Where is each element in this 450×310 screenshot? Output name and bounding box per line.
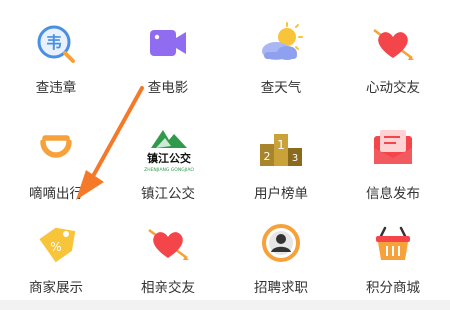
grid-item-label: 商家展示 (29, 280, 83, 296)
svg-text:ZHENJIANG GONGJIAO: ZHENJIANG GONGJIAO (144, 167, 194, 173)
violation-icon: 韦 (31, 18, 81, 68)
svg-text:镇江公交: 镇江公交 (147, 151, 191, 165)
grid-item-label: 用户榜单 (254, 186, 308, 202)
grid-item-merchant-display[interactable]: % 商家展示 (0, 204, 112, 300)
svg-text:3: 3 (292, 153, 298, 164)
svg-text:2: 2 (264, 150, 271, 163)
svg-text:%: % (50, 240, 61, 254)
grid-item-heart-friends[interactable]: 心动交友 (337, 4, 449, 100)
grid-item-check-movie[interactable]: 查电影 (112, 4, 224, 100)
grid-item-label: 查天气 (260, 80, 302, 96)
grid-item-label: 嘀嘀出行 (29, 186, 83, 202)
person-badge-icon (256, 218, 306, 268)
zhenjiang-bus-logo: 镇江公交 ZHENJIANG GONGJIAO (141, 118, 197, 174)
grid-item-blind-date[interactable]: 相亲交友 (112, 204, 224, 300)
podium-icon: 2 1 3 (256, 124, 306, 174)
price-tag-icon: % (31, 218, 81, 268)
grid-item-label: 心动交友 (366, 80, 420, 96)
movie-camera-icon (143, 18, 193, 68)
feature-grid: 韦 查违章 查电影 查天气 心动交友 嘀嘀出行 镇江公交 ZHENJIANG G… (0, 0, 450, 300)
grid-item-label: 查违章 (35, 80, 77, 96)
envelope-icon (368, 124, 418, 174)
bottom-divider (0, 300, 450, 310)
grid-item-label: 镇江公交 (141, 186, 195, 202)
svg-text:韦: 韦 (46, 33, 62, 52)
grid-item-check-weather[interactable]: 查天气 (225, 4, 337, 100)
grid-item-points-mall[interactable]: 积分商城 (337, 204, 449, 300)
didi-icon (31, 124, 81, 174)
weather-icon (256, 18, 306, 68)
grid-item-jobs[interactable]: 招聘求职 (225, 204, 337, 300)
grid-item-check-violation[interactable]: 韦 查违章 (0, 4, 112, 100)
grid-item-label: 相亲交友 (141, 280, 195, 296)
grid-item-label: 积分商城 (366, 280, 420, 296)
grid-item-label: 查电影 (147, 80, 189, 96)
grid-item-info-publish[interactable]: 信息发布 (337, 110, 449, 206)
grid-item-didi[interactable]: 嘀嘀出行 (0, 110, 112, 206)
grid-item-label: 信息发布 (366, 186, 420, 202)
grid-item-zhenjiang-bus[interactable]: 镇江公交 ZHENJIANG GONGJIAO 镇江公交 (112, 110, 224, 206)
heart-arrow-icon (368, 18, 418, 68)
heart-arrow-icon (143, 218, 193, 268)
grid-item-user-ranking[interactable]: 2 1 3 用户榜单 (225, 110, 337, 206)
svg-text:1: 1 (277, 138, 285, 152)
shopping-basket-icon (368, 218, 418, 268)
grid-item-label: 招聘求职 (254, 280, 308, 296)
